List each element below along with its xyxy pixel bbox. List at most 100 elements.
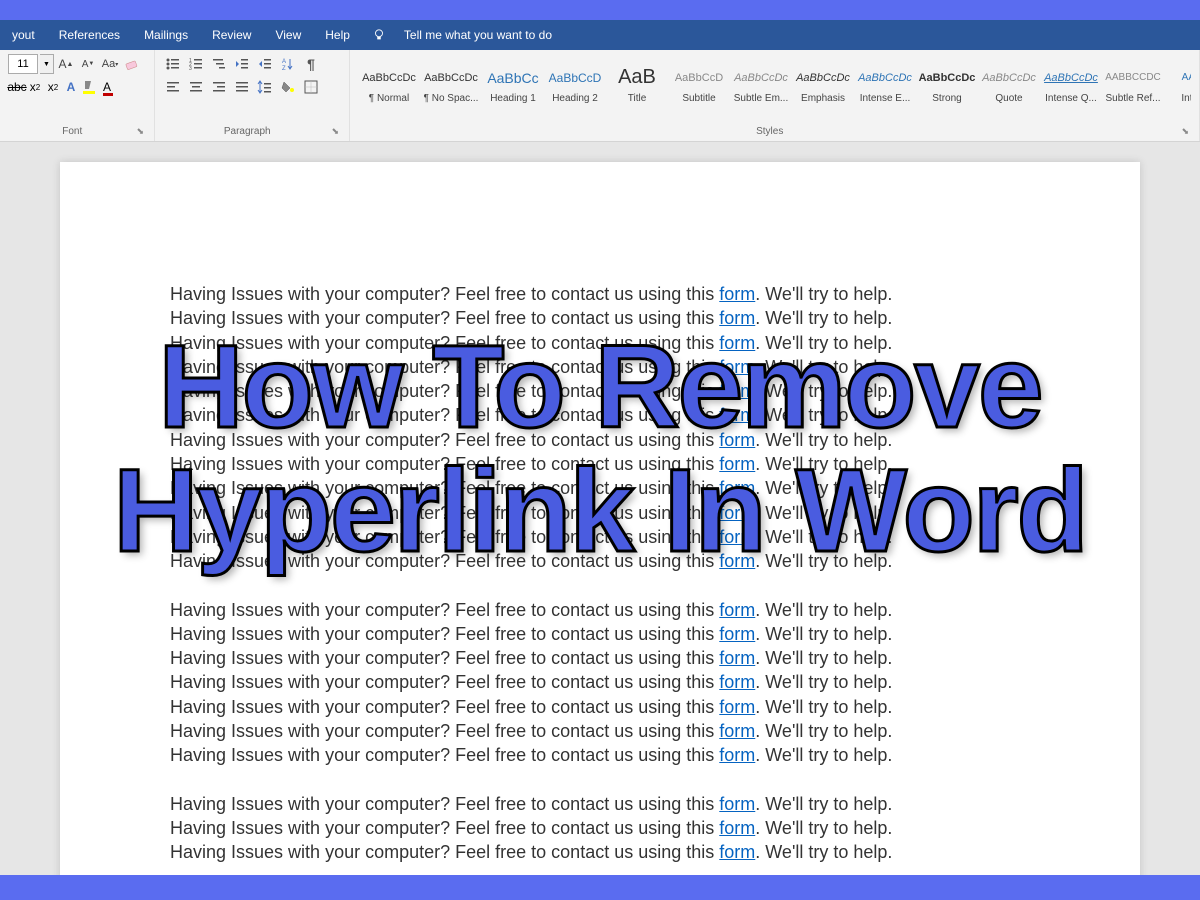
hyperlink[interactable]: form <box>719 503 755 523</box>
hyperlink[interactable]: form <box>719 284 755 304</box>
style-item[interactable]: AaBbCcDHeading 2 <box>544 54 606 112</box>
style-item[interactable]: AaBbCcDcIntense E... <box>854 54 916 112</box>
hyperlink[interactable]: form <box>719 721 755 741</box>
document-line[interactable]: Having Issues with your computer? Feel f… <box>170 476 1030 500</box>
font-dialog-launcher[interactable]: ⬊ <box>136 126 146 137</box>
document-line[interactable]: Having Issues with your computer? Feel f… <box>170 452 1030 476</box>
style-item[interactable]: AABBCCDCSubtle Ref... <box>1102 54 1164 112</box>
document-area[interactable]: Having Issues with your computer? Feel f… <box>0 142 1200 875</box>
document-line[interactable]: Having Issues with your computer? Feel f… <box>170 282 1030 306</box>
tab-layout[interactable]: yout <box>0 28 47 42</box>
style-item[interactable]: AaBbCcDcStrong <box>916 54 978 112</box>
document-line[interactable]: Having Issues with your computer? Feel f… <box>170 840 1030 864</box>
superscript-button[interactable]: x2 <box>44 77 62 97</box>
document-line[interactable]: Having Issues with your computer? Feel f… <box>170 501 1030 525</box>
tab-help[interactable]: Help <box>313 28 362 42</box>
hyperlink[interactable]: form <box>719 551 755 571</box>
change-case-button[interactable]: Aa▾ <box>100 54 120 74</box>
font-size-dropdown[interactable]: ▼ <box>40 54 54 74</box>
hyperlink[interactable]: form <box>719 454 755 474</box>
style-item[interactable]: AaBbCcDc¶ Normal <box>358 54 420 112</box>
paragraph-dialog-launcher[interactable]: ⬊ <box>331 126 341 137</box>
document-line[interactable]: Having Issues with your computer? Feel f… <box>170 646 1030 670</box>
increase-indent-button[interactable] <box>255 54 275 74</box>
style-item[interactable]: AaBbCcDcIntense Q... <box>1040 54 1102 112</box>
document-line[interactable]: Having Issues with your computer? Feel f… <box>170 719 1030 743</box>
style-item[interactable]: AaBbCcDcSubtle Em... <box>730 54 792 112</box>
justify-button[interactable] <box>232 77 252 97</box>
grow-font-button[interactable]: A▲ <box>56 54 76 74</box>
decrease-indent-button[interactable] <box>232 54 252 74</box>
hyperlink[interactable]: form <box>719 697 755 717</box>
font-size-input[interactable]: 11 <box>8 54 38 74</box>
font-color-button[interactable]: A <box>98 77 116 97</box>
hyperlink[interactable]: form <box>719 672 755 692</box>
line-spacing-button[interactable] <box>255 77 275 97</box>
document-line[interactable]: Having Issues with your computer? Feel f… <box>170 695 1030 719</box>
document-line[interactable]: Having Issues with your computer? Feel f… <box>170 816 1030 840</box>
document-page[interactable]: Having Issues with your computer? Feel f… <box>60 162 1140 875</box>
multilevel-list-button[interactable] <box>209 54 229 74</box>
tell-me-search[interactable]: Tell me what you want to do <box>372 28 564 42</box>
style-item[interactable]: AaBbCcDcQuote <box>978 54 1040 112</box>
style-item[interactable]: AaBbCcDSubtitle <box>668 54 730 112</box>
styles-gallery[interactable]: AaBbCcDc¶ NormalAaBbCcDc¶ No Spac...AaBb… <box>358 54 1191 112</box>
document-line[interactable]: Having Issues with your computer? Feel f… <box>170 622 1030 646</box>
document-line[interactable]: Having Issues with your computer? Feel f… <box>170 670 1030 694</box>
document-line[interactable]: Having Issues with your computer? Feel f… <box>170 428 1030 452</box>
hyperlink[interactable]: form <box>719 405 755 425</box>
shrink-font-button[interactable]: A▼ <box>78 54 98 74</box>
show-marks-button[interactable]: ¶ <box>301 54 321 74</box>
hyperlink[interactable]: form <box>719 818 755 838</box>
style-item[interactable]: AABBIntens <box>1164 54 1191 112</box>
document-line[interactable]: Having Issues with your computer? Feel f… <box>170 792 1030 816</box>
align-left-button[interactable] <box>163 77 183 97</box>
tab-mailings[interactable]: Mailings <box>132 28 200 42</box>
tab-review[interactable]: Review <box>200 28 263 42</box>
svg-text:Z: Z <box>282 66 286 72</box>
clear-formatting-button[interactable] <box>122 54 142 74</box>
strikethrough-button[interactable]: abc <box>8 77 26 97</box>
align-right-button[interactable] <box>209 77 229 97</box>
hyperlink[interactable]: form <box>719 308 755 328</box>
shading-button[interactable] <box>278 77 298 97</box>
text-effects-button[interactable]: A <box>62 77 80 97</box>
hyperlink[interactable]: form <box>719 478 755 498</box>
numbering-button[interactable]: 123 <box>186 54 206 74</box>
sort-button[interactable]: AZ <box>278 54 298 74</box>
hyperlink[interactable]: form <box>719 624 755 644</box>
document-line[interactable]: Having Issues with your computer? Feel f… <box>170 403 1030 427</box>
style-preview: AaBbCcDc <box>362 63 416 93</box>
hyperlink[interactable]: form <box>719 357 755 377</box>
style-item[interactable]: AaBbCcDcEmphasis <box>792 54 854 112</box>
document-line[interactable]: Having Issues with your computer? Feel f… <box>170 525 1030 549</box>
hyperlink[interactable]: form <box>719 381 755 401</box>
hyperlink[interactable]: form <box>719 600 755 620</box>
borders-button[interactable] <box>301 77 321 97</box>
style-item[interactable]: AaBTitle <box>606 54 668 112</box>
hyperlink[interactable]: form <box>719 527 755 547</box>
document-line[interactable]: Having Issues with your computer? Feel f… <box>170 743 1030 767</box>
subscript-button[interactable]: x2 <box>26 77 44 97</box>
highlight-button[interactable] <box>80 77 98 97</box>
style-item[interactable]: AaBbCcDc¶ No Spac... <box>420 54 482 112</box>
document-line[interactable]: Having Issues with your computer? Feel f… <box>170 549 1030 573</box>
align-center-button[interactable] <box>186 77 206 97</box>
hyperlink[interactable]: form <box>719 794 755 814</box>
document-line[interactable]: Having Issues with your computer? Feel f… <box>170 306 1030 330</box>
hyperlink[interactable]: form <box>719 648 755 668</box>
paragraph-group-label: Paragraph <box>163 124 331 139</box>
hyperlink[interactable]: form <box>719 333 755 353</box>
tab-references[interactable]: References <box>47 28 132 42</box>
style-item[interactable]: AaBbCcHeading 1 <box>482 54 544 112</box>
hyperlink[interactable]: form <box>719 430 755 450</box>
document-line[interactable]: Having Issues with your computer? Feel f… <box>170 379 1030 403</box>
document-line[interactable]: Having Issues with your computer? Feel f… <box>170 598 1030 622</box>
document-line[interactable]: Having Issues with your computer? Feel f… <box>170 355 1030 379</box>
hyperlink[interactable]: form <box>719 842 755 862</box>
styles-dialog-launcher[interactable]: ⬊ <box>1181 126 1191 137</box>
tab-view[interactable]: View <box>263 28 313 42</box>
bullets-button[interactable] <box>163 54 183 74</box>
document-line[interactable]: Having Issues with your computer? Feel f… <box>170 331 1030 355</box>
hyperlink[interactable]: form <box>719 745 755 765</box>
